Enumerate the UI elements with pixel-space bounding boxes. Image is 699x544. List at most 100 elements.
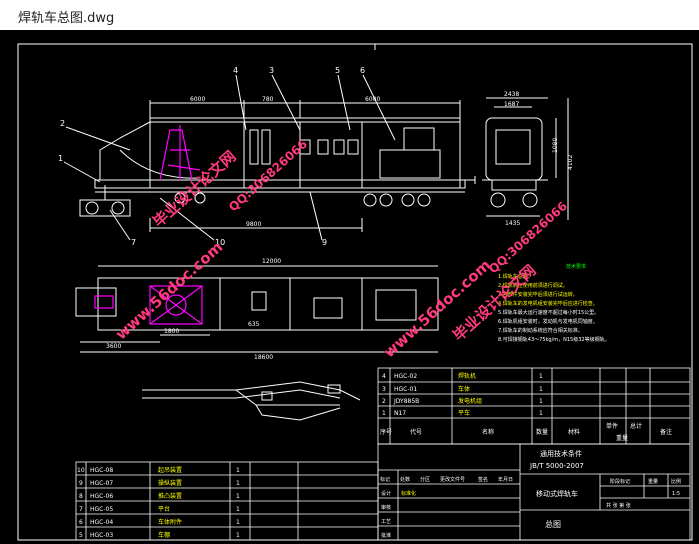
- svg-text:1: 1: [236, 532, 240, 539]
- svg-text:工艺: 工艺: [381, 519, 391, 525]
- note-6: 6.焊轨机组安装时，发动机与发电机同轴度。: [498, 318, 598, 325]
- svg-text:1: 1: [236, 519, 240, 526]
- svg-text:HGC-04: HGC-04: [90, 519, 113, 526]
- bom-lower-table: [75, 461, 379, 541]
- svg-text:标记: 标记: [380, 476, 390, 483]
- svg-text:10: 10: [77, 467, 85, 474]
- crane-assembly: [142, 381, 361, 421]
- bom-row: 7 HGC-05 平台 1: [79, 505, 240, 513]
- svg-text:3: 3: [382, 386, 386, 393]
- svg-text:共 张 第 张: 共 张 第 张: [606, 502, 631, 509]
- svg-text:1: 1: [539, 398, 543, 405]
- svg-text:焊轨机: 焊轨机: [458, 372, 476, 380]
- bom-header-row: 序号 代号 名称 数量 材料 单件 总计 重量 备注: [380, 422, 672, 442]
- plan-view: [75, 265, 439, 353]
- welding-crane: [159, 125, 201, 181]
- svg-text:平车: 平车: [458, 409, 470, 417]
- svg-text:6000: 6000: [365, 96, 380, 103]
- svg-text:HGC-01: HGC-01: [394, 386, 417, 393]
- svg-text:发电机组: 发电机组: [458, 397, 482, 405]
- svg-text:数量: 数量: [536, 428, 548, 436]
- svg-text:总计: 总计: [630, 422, 642, 430]
- svg-text:18600: 18600: [254, 354, 273, 361]
- svg-text:车体附件: 车体附件: [158, 518, 182, 526]
- svg-text:批准: 批准: [381, 532, 391, 539]
- bom-row: 8 HGC-06 推凸装置 1: [79, 492, 240, 500]
- svg-text:序号: 序号: [380, 428, 392, 436]
- svg-text:HGC-07: HGC-07: [90, 480, 113, 487]
- svg-text:重量: 重量: [648, 478, 658, 485]
- svg-text:名称: 名称: [482, 428, 494, 436]
- svg-text:重量: 重量: [616, 434, 628, 442]
- svg-text:分区: 分区: [420, 476, 430, 483]
- svg-text:1: 1: [382, 410, 386, 417]
- svg-text:2: 2: [60, 119, 65, 128]
- svg-text:1: 1: [539, 373, 543, 380]
- bom-upper-rows: 4 HGC-02 焊轨机 1 3 HGC-01 车体 1 2 JDY885B 发…: [380, 372, 672, 442]
- svg-text:HGC-02: HGC-02: [394, 373, 417, 380]
- svg-text:6: 6: [79, 519, 83, 526]
- svg-text:4102: 4102: [567, 155, 574, 170]
- svg-text:9: 9: [79, 480, 83, 487]
- note-5: 5.焊轨车最大运行速度不超过每小时15公里。: [498, 309, 599, 316]
- svg-text:起吊装置: 起吊装置: [158, 466, 182, 474]
- bom-row: 5 HGC-03 车棚 1: [79, 531, 240, 539]
- svg-text:6000: 6000: [190, 96, 205, 103]
- svg-text:HGC-03: HGC-03: [90, 532, 113, 539]
- svg-text:比例: 比例: [671, 478, 681, 485]
- svg-text:1: 1: [58, 154, 63, 163]
- title-block-text: 通用技术条件 JB/T 5000-2007 移动式焊轨车 总图 阶段标记 重量 …: [380, 449, 681, 539]
- drawing-name: 总图: [545, 519, 561, 529]
- product-name: 移动式焊轨车: [536, 489, 578, 498]
- svg-text:材料: 材料: [568, 428, 580, 436]
- bom-row: 4 HGC-02 焊轨机 1: [382, 372, 543, 380]
- svg-text:处数: 处数: [400, 476, 410, 483]
- svg-text:审核: 审核: [381, 504, 391, 511]
- svg-text:HGC-08: HGC-08: [90, 467, 113, 474]
- bom-lower-rows: 10 HGC-08 起吊装置 1 9 HGC-07 操纵装置 1 8 HGC-0…: [77, 466, 240, 539]
- svg-text:标准化: 标准化: [401, 490, 416, 497]
- bom-row: 3 HGC-01 车体 1: [382, 385, 543, 393]
- svg-text:设计: 设计: [381, 490, 391, 497]
- svg-text:操纵装置: 操纵装置: [158, 479, 182, 487]
- svg-text:单件: 单件: [606, 422, 618, 430]
- svg-text:3: 3: [269, 66, 274, 75]
- cad-drawing-canvas[interactable]: 4 3 5 6 2 1 7 10 9 6000 780 6000 9800 24…: [0, 30, 699, 544]
- svg-text:5: 5: [79, 532, 83, 539]
- front-bogie: [79, 185, 131, 217]
- svg-text:1080: 1080: [552, 138, 559, 153]
- svg-text:签名: 签名: [478, 476, 488, 483]
- bom-row: 10 HGC-08 起吊装置 1: [77, 466, 240, 474]
- svg-text:JDY885B: JDY885B: [393, 398, 419, 405]
- svg-text:1: 1: [539, 410, 543, 417]
- svg-text:9800: 9800: [246, 221, 261, 228]
- bom-row: 6 HGC-04 车体附件 1: [79, 518, 240, 526]
- note-7: 7.焊轨车的制动系统应符合相关标准。: [498, 327, 583, 334]
- window-title: 焊轨车总图.dwg: [18, 11, 115, 26]
- svg-text:年月日: 年月日: [498, 476, 513, 483]
- svg-text:2: 2: [382, 398, 386, 405]
- svg-text:3600: 3600: [106, 343, 121, 350]
- svg-text:8: 8: [79, 493, 83, 500]
- svg-text:1687: 1687: [504, 101, 519, 108]
- end-elevation: [482, 97, 569, 220]
- svg-text:1: 1: [236, 480, 240, 487]
- svg-text:车棚: 车棚: [158, 531, 170, 539]
- svg-text:1: 1: [236, 506, 240, 513]
- scale-value: 1:5: [672, 491, 680, 497]
- svg-text:2438: 2438: [504, 91, 519, 98]
- svg-text:9: 9: [322, 238, 327, 247]
- svg-text:备注: 备注: [660, 428, 672, 436]
- bom-upper-table: [377, 367, 691, 445]
- svg-text:4: 4: [382, 373, 386, 380]
- drawing-svg: 4 3 5 6 2 1 7 10 9 6000 780 6000 9800 24…: [17, 43, 693, 541]
- svg-text:车体: 车体: [458, 385, 470, 393]
- svg-text:1: 1: [236, 467, 240, 474]
- svg-text:635: 635: [248, 321, 260, 328]
- svg-text:1800: 1800: [164, 328, 179, 335]
- svg-text:1435: 1435: [505, 220, 520, 227]
- svg-text:HGC-06: HGC-06: [90, 493, 113, 500]
- note-8: 8.可焊接钢轨43～75kg/m，N15级32等级钢轨。: [498, 336, 610, 343]
- svg-text:HGC-05: HGC-05: [90, 506, 113, 513]
- svg-text:5: 5: [335, 66, 340, 75]
